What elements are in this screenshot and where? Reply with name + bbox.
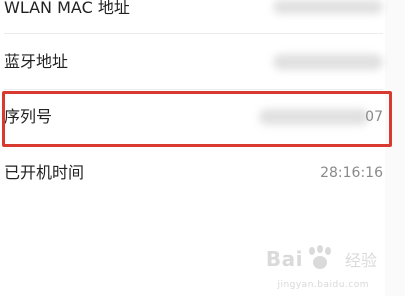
row-divider (4, 89, 383, 90)
watermark-sub: 经验 (344, 251, 377, 270)
settings-row-wlan-mac[interactable]: WLAN MAC 地址 (0, 0, 405, 34)
watermark-url: jingyan.baidu.com (277, 280, 369, 290)
watermark-brand: Bai (265, 247, 303, 271)
wlan-mac-label: WLAN MAC 地址 (4, 0, 130, 17)
bluetooth-address-value-redacted (273, 54, 383, 70)
serial-number-highlight-box (2, 91, 392, 147)
settings-row-uptime[interactable]: 已开机时间 28:16:16 (0, 147, 405, 203)
bluetooth-address-label: 蓝牙地址 (4, 52, 69, 71)
baidu-watermark: Bai 经验 (266, 244, 377, 274)
uptime-value: 28:16:16 (320, 165, 383, 181)
settings-row-bluetooth-address[interactable]: 蓝牙地址 (0, 34, 405, 90)
uptime-label: 已开机时间 (4, 163, 85, 182)
wlan-mac-value-redacted (273, 0, 383, 14)
baidu-paw-icon (303, 245, 337, 271)
